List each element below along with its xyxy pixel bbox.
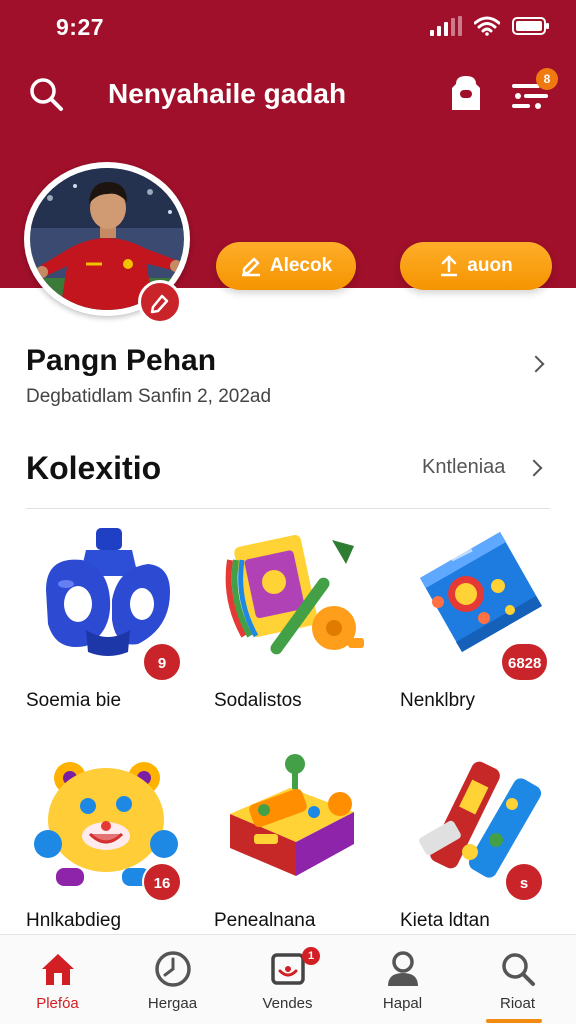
- collection-item[interactable]: 9 Soemia bie: [26, 520, 186, 720]
- nav-label: Rioat: [499, 995, 536, 1012]
- item-label: Sodalistos: [214, 690, 302, 711]
- bag-icon[interactable]: [446, 74, 486, 114]
- chevron-right-icon: [527, 355, 545, 373]
- collection-item[interactable]: Penealnana: [214, 740, 374, 940]
- item-label: Soemia bie: [26, 690, 122, 711]
- app-title: Nenyahaile gadah: [108, 78, 347, 109]
- nav-item-clock[interactable]: Hergaa: [115, 935, 230, 1024]
- auon-label: auon: [467, 255, 513, 276]
- home-indicator: [486, 1019, 542, 1023]
- nav-badge: 1: [302, 947, 320, 965]
- top-app-bar: Nenyahaile gadah: [0, 64, 576, 124]
- item-label: Penealnana: [214, 910, 316, 931]
- wifi-icon: [474, 16, 500, 36]
- section-link-label: Kntleniaa: [422, 456, 506, 478]
- item-count-badge: 16: [142, 862, 182, 902]
- chevron-right-icon: [525, 459, 543, 477]
- nav-label: Vendes: [262, 995, 313, 1012]
- profile-row[interactable]: Pangn Pehan Degbatidlam Sanfin 2, 202ad: [0, 336, 576, 416]
- item-label: Nenklbry: [400, 690, 475, 711]
- section-link[interactable]: Kntleniaa: [422, 456, 543, 484]
- status-time: 9:27: [56, 14, 105, 40]
- collection-item[interactable]: s Kieta ldtan: [400, 740, 560, 940]
- alecok-button[interactable]: Alecok: [216, 242, 356, 290]
- bottom-nav: Plefóa Hergaa 1 Vendes Hapal Rioat: [0, 934, 576, 1024]
- collection-item[interactable]: 6828 Nenklbry: [400, 520, 560, 720]
- item-count-badge: 6828: [500, 642, 550, 682]
- upload-icon: [441, 255, 458, 277]
- profile-subtitle: Degbatidlam Sanfin 2, 202ad: [26, 386, 272, 407]
- auon-button[interactable]: auon: [400, 242, 552, 290]
- item-label: Hnlkabdieg: [26, 910, 122, 931]
- item-count-badge: 9: [142, 642, 182, 682]
- status-bar: 9:27: [0, 0, 576, 56]
- nav-label: Hergaa: [147, 995, 198, 1012]
- nav-label: Plefóa: [36, 995, 79, 1012]
- signal-icon: [430, 16, 462, 36]
- home-icon: [42, 954, 74, 985]
- collection-item[interactable]: Sodalistos: [214, 520, 374, 720]
- collection-item[interactable]: 16 Hnlkabdieg: [26, 740, 186, 940]
- search-icon[interactable]: [26, 74, 66, 114]
- status-icons: [430, 16, 550, 36]
- menu-badge: 8: [536, 68, 558, 90]
- person-icon: [388, 951, 418, 986]
- nav-item-home[interactable]: Plefóa: [0, 935, 115, 1024]
- edit-icon: [241, 257, 260, 277]
- section-title: Kolexitio: [26, 450, 162, 486]
- nav-item-inbox[interactable]: 1 Vendes: [230, 935, 345, 1024]
- battery-icon: [512, 17, 549, 35]
- item-label: Kieta ldtan: [400, 910, 490, 931]
- alecok-label: Alecok: [269, 255, 333, 276]
- toy-car-icon: [230, 754, 354, 876]
- divider: [26, 508, 550, 509]
- item-count-badge: s: [504, 862, 544, 902]
- search-icon: [502, 953, 535, 986]
- nav-item-search[interactable]: Rioat: [460, 935, 575, 1024]
- nav-label: Hapal: [382, 995, 423, 1012]
- toy-set-icon: [225, 535, 364, 655]
- nav-item-profile[interactable]: Hapal: [345, 935, 460, 1024]
- clock-icon: [155, 951, 191, 987]
- profile-name: Pangn Pehan: [26, 344, 217, 377]
- edit-avatar-icon[interactable]: [138, 280, 182, 324]
